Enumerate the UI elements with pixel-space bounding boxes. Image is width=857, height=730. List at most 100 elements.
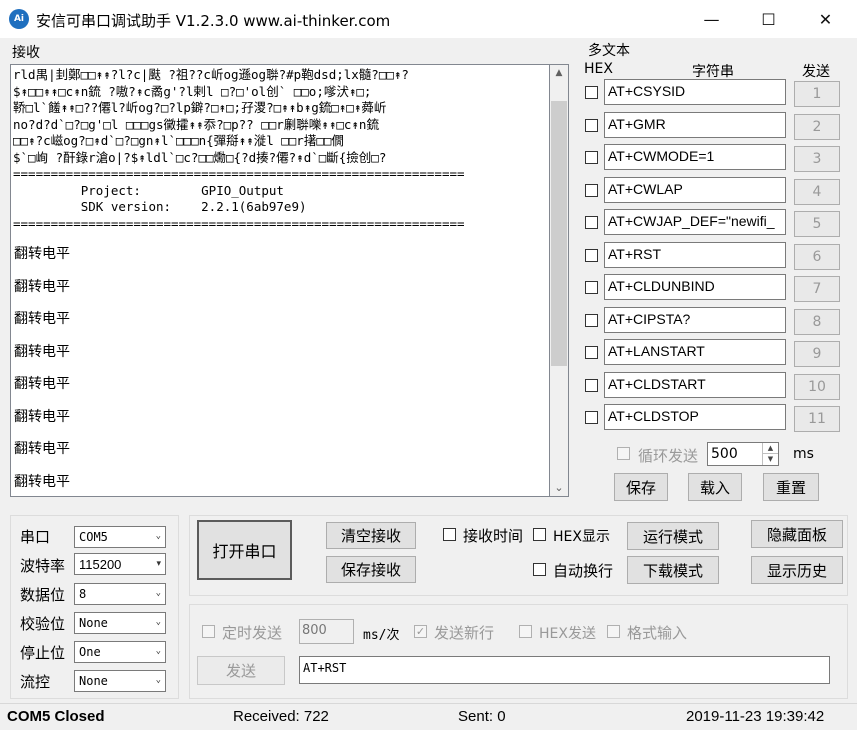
stopbits-label: 停止位 [20, 644, 66, 662]
minimize-button[interactable]: — [683, 0, 740, 38]
save-multi-button[interactable]: 保存 [614, 473, 668, 501]
multi-hex-checkbox[interactable] [585, 249, 598, 262]
multi-hex-checkbox[interactable] [585, 346, 598, 359]
multi-send-button[interactable]: 5 [794, 211, 840, 237]
receive-time-checkbox[interactable] [443, 528, 456, 541]
multi-string-input[interactable]: AT+CWJAP_DEF="newifi_ [604, 209, 786, 235]
reset-multi-button[interactable]: 重置 [763, 473, 819, 501]
send-text-input[interactable]: AT+RST [299, 656, 830, 684]
multi-string-input[interactable]: AT+CWMODE=1 [604, 144, 786, 170]
hex-send-label: HEX发送 [539, 626, 596, 642]
multi-send-button[interactable]: 3 [794, 146, 840, 172]
chevron-down-icon: ⌄ [155, 588, 161, 598]
receive-line: 翻转电平 [14, 408, 70, 425]
receive-line: 翻转电平 [14, 473, 70, 490]
scroll-down-icon[interactable]: ⌄ [550, 479, 568, 495]
baud-label: 波特率 [20, 557, 66, 575]
multi-send-button[interactable]: 1 [794, 81, 840, 107]
window-title: 安信可串口调试助手 V1.2.3.0 www.ai-thinker.com [36, 12, 391, 30]
parity-select[interactable]: None ⌄ [74, 612, 166, 634]
receive-time-label: 接收时间 [463, 527, 524, 545]
databits-select[interactable]: 8 ⌄ [74, 583, 166, 605]
multi-string-input[interactable]: AT+LANSTART [604, 339, 786, 365]
hex-send-checkbox[interactable] [519, 625, 532, 638]
run-mode-button[interactable]: 运行模式 [627, 522, 719, 550]
multi-string-input[interactable]: AT+CLDSTOP [604, 404, 786, 430]
databits-label: 数据位 [20, 586, 66, 604]
open-port-button[interactable]: 打开串口 [197, 520, 292, 580]
close-button[interactable]: ✕ [797, 0, 854, 38]
multi-hex-checkbox[interactable] [585, 379, 598, 392]
loop-interval-spinner[interactable]: ▲ ▼ [762, 443, 778, 465]
multi-hex-checkbox[interactable] [585, 86, 598, 99]
save-receive-button[interactable]: 保存接收 [326, 556, 416, 583]
multi-string-input[interactable]: AT+CWLAP [604, 177, 786, 203]
maximize-button[interactable]: ☐ [740, 0, 797, 38]
multi-string-input[interactable]: AT+GMR [604, 112, 786, 138]
multi-hex-checkbox[interactable] [585, 184, 598, 197]
receive-line: 翻转电平 [14, 246, 70, 262]
receive-textarea[interactable]: rld禺|刲鄭□□↟↟?l?c|颫 ?祖??c岓og遜og聨?#p鞄dsd;lx… [10, 64, 550, 497]
timed-interval-input[interactable]: 800 [299, 619, 354, 644]
multi-hex-checkbox[interactable] [585, 314, 598, 327]
timed-interval-unit: ms/次 [363, 628, 400, 643]
receive-scrollbar[interactable]: ▲ ⌄ [550, 64, 569, 497]
multi-send-button[interactable]: 8 [794, 309, 840, 335]
multi-hex-checkbox[interactable] [585, 119, 598, 132]
title-bar: Ai 安信可串口调试助手 V1.2.3.0 www.ai-thinker.com… [0, 0, 857, 38]
timed-send-checkbox[interactable] [202, 625, 215, 638]
send-newline-label: 发送新行 [434, 624, 495, 642]
flow-label: 流控 [20, 673, 51, 691]
multi-hex-checkbox[interactable] [585, 411, 598, 424]
hex-display-label: HEX显示 [553, 529, 610, 545]
multi-string-input[interactable]: AT+CLDUNBIND [604, 274, 786, 300]
multi-hex-checkbox[interactable] [585, 151, 598, 164]
format-input-checkbox[interactable] [607, 625, 620, 638]
multi-send-button[interactable]: 4 [794, 179, 840, 205]
port-value: COM5 [79, 530, 108, 544]
show-history-button[interactable]: 显示历史 [751, 556, 843, 584]
scroll-thumb[interactable] [551, 101, 567, 366]
spin-down-icon[interactable]: ▼ [763, 454, 778, 464]
multi-hex-checkbox[interactable] [585, 216, 598, 229]
multi-send-button[interactable]: 6 [794, 244, 840, 270]
clear-receive-button[interactable]: 清空接收 [326, 522, 416, 549]
port-select[interactable]: COM5 ⌄ [74, 526, 166, 548]
multi-send-button[interactable]: 9 [794, 341, 840, 367]
dropdown-arrow-icon: ▾ [156, 558, 161, 568]
hide-panel-button[interactable]: 隐藏面板 [751, 520, 843, 548]
chevron-down-icon: ⌄ [155, 617, 161, 627]
status-datetime: 2019-11-23 19:39:42 [686, 708, 825, 725]
send-group [189, 604, 848, 699]
auto-wrap-checkbox[interactable] [533, 563, 546, 576]
hex-column-header: HEX [584, 61, 613, 77]
hex-display-checkbox[interactable] [533, 528, 546, 541]
multi-string-input[interactable]: AT+CSYSID [604, 79, 786, 105]
multi-string-input[interactable]: AT+RST [604, 242, 786, 268]
load-multi-button[interactable]: 载入 [688, 473, 742, 501]
send-button[interactable]: 发送 [197, 656, 285, 685]
multi-send-button[interactable]: 7 [794, 276, 840, 302]
parity-value: None [79, 616, 108, 630]
multi-hex-checkbox[interactable] [585, 281, 598, 294]
baud-select[interactable]: 115200 ▾ [74, 553, 166, 575]
receive-label: 接收 [12, 45, 40, 61]
multi-send-button[interactable]: 10 [794, 374, 840, 400]
multi-string-input[interactable]: AT+CLDSTART [604, 372, 786, 398]
baud-value: 115200 [79, 557, 122, 572]
chevron-down-icon: ⌄ [155, 531, 161, 541]
chevron-down-icon: ⌄ [155, 646, 161, 656]
multi-string-input[interactable]: AT+CIPSTA? [604, 307, 786, 333]
multi-send-button[interactable]: 2 [794, 114, 840, 140]
databits-value: 8 [79, 587, 87, 601]
flow-select[interactable]: None ⌄ [74, 670, 166, 692]
multi-send-button[interactable]: 11 [794, 406, 840, 432]
scroll-up-icon[interactable]: ▲ [550, 65, 568, 81]
receive-line: 翻转电平 [14, 343, 70, 360]
spin-up-icon[interactable]: ▲ [763, 443, 778, 454]
receive-line: 翻转电平 [14, 441, 70, 457]
download-mode-button[interactable]: 下载模式 [627, 556, 719, 584]
send-newline-checkbox[interactable]: ✓ [414, 625, 427, 638]
stopbits-select[interactable]: One ⌄ [74, 641, 166, 663]
loop-send-checkbox[interactable] [617, 447, 630, 460]
